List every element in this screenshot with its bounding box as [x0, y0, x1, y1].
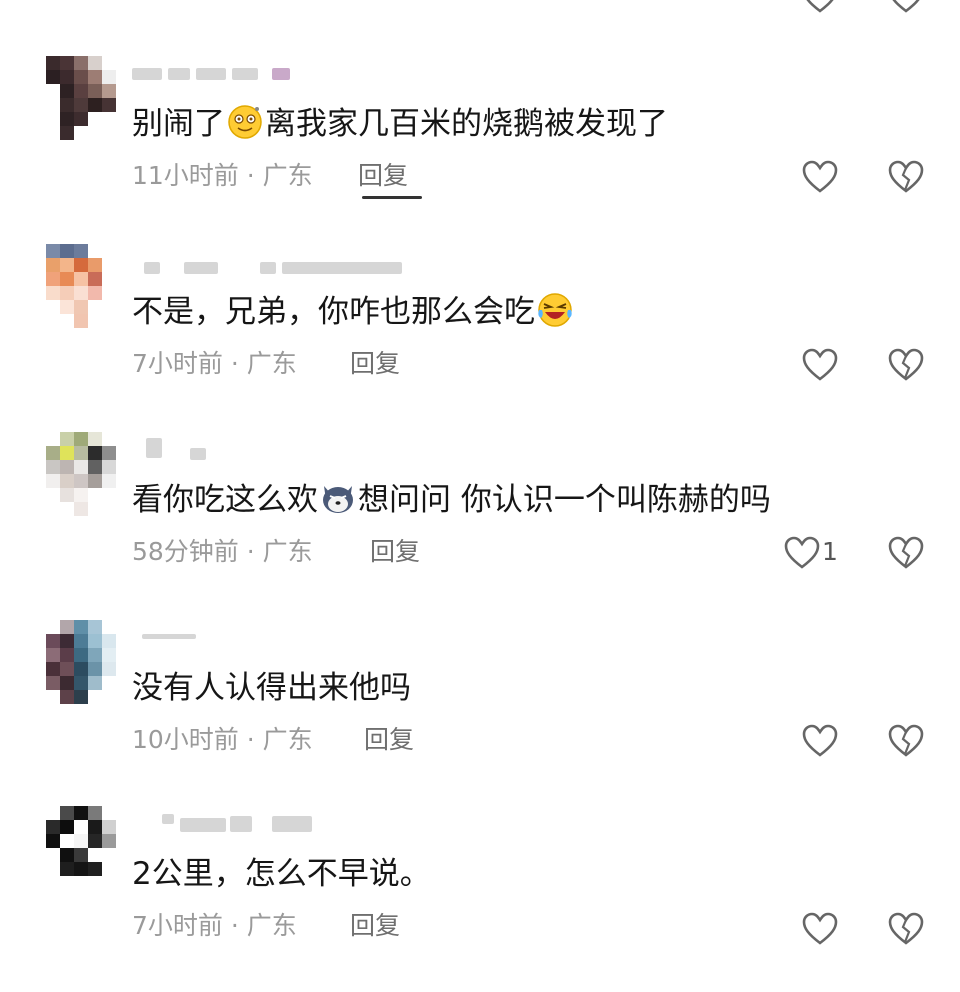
heart-icon[interactable]: [802, 912, 838, 946]
broken-heart-icon[interactable]: [888, 0, 924, 14]
like-count: 1: [822, 537, 838, 566]
avatar[interactable]: [46, 806, 116, 890]
username-blurred[interactable]: [132, 632, 212, 650]
comment-time: 58分钟前: [132, 537, 239, 566]
meta-separator: ·: [238, 537, 263, 566]
meta-separator: ·: [222, 349, 247, 378]
reply-button[interactable]: 回复: [350, 910, 400, 942]
laugh-crying-emoji: [538, 293, 572, 327]
previous-comment-fragment: [132, 0, 432, 4]
comment-item: 不是，兄弟，你咋也那么会吃 7小时前 · 广东 回复: [0, 244, 960, 430]
comment-time: 7小时前: [132, 349, 223, 378]
heart-icon[interactable]: [802, 160, 838, 194]
username-blurred[interactable]: [132, 812, 332, 832]
comment-meta: 10小时前 · 广东: [132, 724, 313, 756]
husky-dog-emoji: [323, 486, 353, 513]
comment-text: 没有人认得出来他吗: [132, 670, 411, 706]
broken-heart-icon[interactable]: [888, 348, 924, 382]
comment-item: 2公里，怎么不早说。 7小时前 · 广东 回复: [0, 806, 960, 992]
broken-heart-icon[interactable]: [888, 160, 924, 194]
heart-icon[interactable]: [802, 0, 838, 14]
comment-time: 7小时前: [132, 911, 223, 940]
reply-button[interactable]: 回复: [370, 536, 420, 568]
comment-text: 看你吃这么欢 想问问 你认识一个叫陈赫的吗: [132, 482, 771, 518]
comment-location: 广东: [246, 911, 297, 940]
comment-location: 广东: [262, 537, 313, 566]
username-blurred[interactable]: [132, 258, 422, 276]
reply-button[interactable]: 回复: [358, 160, 408, 192]
comment-text: 2公里，怎么不早说。: [132, 856, 431, 892]
comment-meta: 7小时前 · 广东: [132, 348, 297, 380]
avatar[interactable]: [46, 244, 116, 328]
username-blurred[interactable]: [132, 436, 212, 460]
avatar[interactable]: [46, 620, 116, 704]
heart-icon[interactable]: [802, 348, 838, 382]
avatar[interactable]: [46, 432, 116, 516]
meta-separator: ·: [222, 911, 247, 940]
comment-text: 不是，兄弟，你咋也那么会吃: [132, 292, 575, 332]
dizzy-smile-emoji: [228, 105, 262, 139]
comment-text: 别闹了 离我家几百米的烧鹅被发现了: [132, 105, 668, 142]
heart-icon[interactable]: [784, 536, 820, 570]
comment-location: 广东: [246, 349, 297, 378]
comment-item: 别闹了 离我家几百米的烧鹅被发现了 11小时前 · 广东 回复: [0, 56, 960, 242]
reply-button[interactable]: 回复: [364, 724, 414, 756]
comment-meta: 58分钟前 · 广东: [132, 536, 313, 568]
meta-separator: ·: [238, 161, 263, 190]
heart-icon[interactable]: [802, 724, 838, 758]
username-blurred[interactable]: [132, 64, 292, 82]
avatar[interactable]: [46, 56, 116, 140]
reply-button[interactable]: 回复: [350, 348, 400, 380]
comment-item: 看你吃这么欢 想问问 你认识一个叫陈赫的吗 58分钟前 · 广东 回复 1: [0, 432, 960, 618]
broken-heart-icon[interactable]: [888, 536, 924, 570]
meta-separator: ·: [238, 725, 263, 754]
comment-time: 11小时前: [132, 161, 239, 190]
comment-meta: 11小时前 · 广东: [132, 160, 313, 192]
comment-time: 10小时前: [132, 725, 239, 754]
comment-location: 广东: [262, 725, 313, 754]
selection-underline: [362, 196, 422, 199]
comment-location: 广东: [262, 161, 313, 190]
comment-item: 没有人认得出来他吗 10小时前 · 广东 回复: [0, 620, 960, 806]
broken-heart-icon[interactable]: [888, 912, 924, 946]
comment-meta: 7小时前 · 广东: [132, 910, 297, 942]
broken-heart-icon[interactable]: [888, 724, 924, 758]
